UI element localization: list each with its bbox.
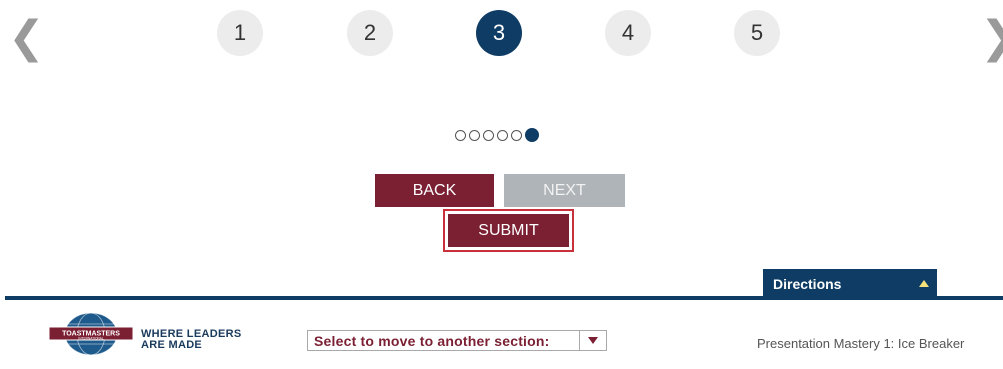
page-5-button[interactable]: 5 [734, 10, 780, 56]
back-button[interactable]: BACK [375, 174, 494, 207]
page-1-button[interactable]: 1 [217, 10, 263, 56]
progress-dot [483, 129, 494, 141]
progress-dot [455, 129, 466, 141]
next-arrow-icon[interactable]: ❯ [980, 16, 1003, 60]
page-3-button[interactable]: 3 [476, 10, 522, 56]
progress-dot [469, 129, 480, 141]
module-title: Presentation Mastery 1: Ice Breaker [757, 336, 965, 351]
page-2-button[interactable]: 2 [347, 10, 393, 56]
progress-dot [497, 129, 508, 141]
footer-divider [5, 296, 1003, 300]
page-4-button[interactable]: 4 [605, 10, 651, 56]
toastmasters-logo: TOASTMASTERS INTERNATIONAL [48, 312, 134, 356]
next-button[interactable]: NEXT [504, 174, 625, 207]
svg-text:INTERNATIONAL: INTERNATIONAL [78, 336, 103, 340]
directions-label: Directions [773, 275, 842, 292]
submit-highlight: SUBMIT [443, 209, 574, 252]
progress-dot [511, 129, 522, 141]
progress-dot-current [525, 128, 539, 142]
directions-tab[interactable]: Directions [763, 269, 937, 298]
chevron-up-icon [919, 280, 929, 287]
submit-button[interactable]: SUBMIT [448, 214, 569, 247]
dropdown-toggle[interactable] [579, 331, 606, 350]
chevron-down-icon [588, 337, 598, 344]
progress-dots [455, 126, 539, 144]
tagline: WHERE LEADERS ARE MADE [141, 328, 242, 351]
section-select-dropdown[interactable]: Select to move to another section: [307, 330, 607, 351]
section-select-label: Select to move to another section: [314, 332, 550, 349]
prev-arrow-icon[interactable]: ❮ [8, 16, 45, 60]
